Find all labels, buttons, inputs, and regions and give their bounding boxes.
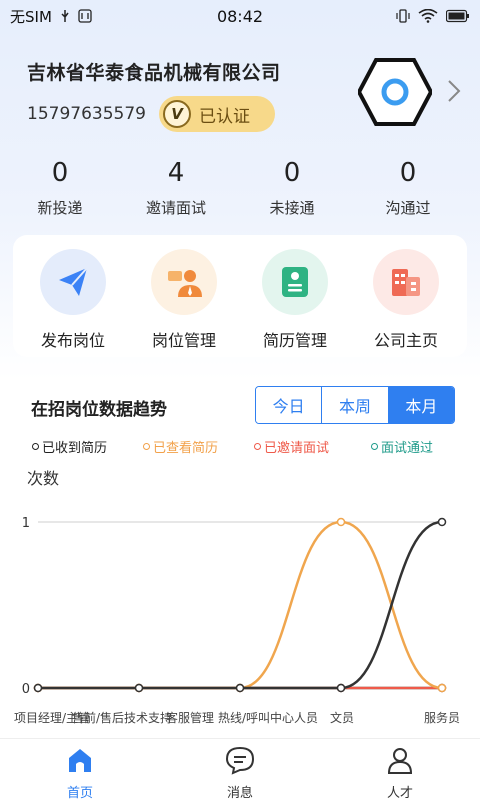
tab-today[interactable]: 今日 — [256, 387, 323, 423]
verified-badge: V 已认证 — [159, 96, 275, 132]
stat-interview-invites[interactable]: 4 邀请面试 — [116, 155, 236, 218]
action-icon-bg — [373, 249, 439, 315]
series-line — [38, 520, 443, 690]
legend-marker — [254, 443, 261, 450]
data-point — [437, 683, 447, 693]
action-icon-bg — [151, 249, 217, 315]
data-point — [336, 683, 346, 693]
nav-label: 消息 — [226, 786, 253, 800]
legend-marker — [371, 443, 378, 450]
quick-actions-card: 发布岗位 岗位管理 简历管理 公司主页 — [13, 235, 467, 357]
action-icon-bg — [40, 249, 106, 315]
stat-label: 新投递 — [37, 199, 83, 217]
nav-home[interactable]: 首页 — [40, 745, 120, 800]
legend-item-viewed[interactable]: 已查看简历 — [143, 437, 218, 456]
action-label: 简历管理 — [262, 331, 327, 350]
data-point — [235, 683, 245, 693]
legend-marker — [143, 443, 150, 450]
battery-icon — [446, 9, 469, 23]
verified-label: 已认证 — [199, 106, 250, 127]
stat-label: 邀请面试 — [145, 199, 206, 217]
paper-plane-icon — [59, 267, 88, 296]
data-point — [437, 517, 447, 527]
x-tick-label: 客服管理 — [166, 710, 214, 725]
data-point — [336, 517, 346, 527]
bottom-nav: 首页 消息 人才 — [0, 738, 480, 800]
manager-icon — [168, 270, 202, 297]
x-tick-label: 文员 — [330, 710, 354, 725]
data-point — [134, 683, 144, 693]
action-job-management[interactable]: 岗位管理 — [134, 249, 234, 351]
stat-value: 0 — [283, 158, 301, 188]
chevron-right-icon[interactable] — [444, 78, 464, 104]
legend-label: 已邀请面试 — [264, 441, 330, 456]
x-tick-label: 售前/售后技术支持 — [72, 710, 172, 725]
y-tick-label: 1 — [22, 516, 30, 531]
action-post-job[interactable]: 发布岗位 — [23, 249, 123, 351]
action-label: 岗位管理 — [151, 331, 216, 350]
stat-value: 4 — [167, 158, 185, 188]
vibrate-icon — [396, 9, 410, 23]
stat-unconnected[interactable]: 0 未接通 — [232, 155, 352, 218]
legend-marker — [32, 443, 39, 450]
resume-icon — [282, 267, 308, 297]
x-tick-label: 热线/呼叫中心人员 — [218, 710, 318, 725]
nav-talent[interactable]: 人才 — [360, 745, 440, 800]
chart-section-title: 在招岗位数据趋势 — [31, 400, 167, 420]
legend-item-passed[interactable]: 面试通过 — [371, 437, 433, 456]
person-icon — [387, 748, 413, 774]
home-icon — [69, 749, 91, 772]
stat-communicated[interactable]: 0 沟通过 — [348, 155, 468, 218]
series-line — [38, 520, 443, 690]
period-tabs: 今日 本周 本月 — [255, 386, 455, 424]
data-point — [33, 683, 43, 693]
stat-new-submissions[interactable]: 0 新投递 — [0, 155, 120, 218]
building-icon — [392, 269, 420, 296]
y-tick-label: 0 — [22, 682, 30, 697]
stat-label: 未接通 — [269, 199, 315, 217]
company-logo-avatar[interactable] — [358, 58, 432, 126]
stat-value: 0 — [51, 158, 69, 188]
tab-this-week[interactable]: 本周 — [322, 387, 389, 423]
action-icon-bg — [262, 249, 328, 315]
stat-label: 沟通过 — [385, 199, 431, 217]
stat-value: 0 — [399, 158, 417, 188]
verified-icon: V — [163, 100, 191, 128]
carrier-label: 无SIM — [10, 7, 52, 26]
action-label: 公司主页 — [373, 331, 438, 350]
company-name: 吉林省华泰食品机械有限公司 — [27, 62, 281, 84]
action-company-homepage[interactable]: 公司主页 — [356, 249, 456, 351]
action-resume-management[interactable]: 简历管理 — [245, 249, 345, 351]
message-icon — [225, 746, 255, 775]
nav-label: 人才 — [386, 786, 413, 800]
chart-y-axis-label: 次数 — [27, 469, 60, 488]
stats-row: 0 新投递 4 邀请面试 0 未接通 0 沟通过 — [0, 155, 480, 225]
tab-this-month[interactable]: 本月 — [388, 387, 454, 423]
legend-label: 面试通过 — [381, 441, 434, 456]
usb-icon — [61, 10, 69, 22]
company-phone: 15797635579 — [27, 104, 146, 124]
nav-messages[interactable]: 消息 — [200, 745, 280, 800]
legend-item-received[interactable]: 已收到简历 — [32, 437, 107, 456]
legend-item-invited[interactable]: 已邀请面试 — [254, 437, 329, 456]
wifi-icon — [418, 9, 438, 23]
chart-legend: 已收到简历 已查看简历 已邀请面试 面试通过 — [30, 437, 470, 457]
legend-label: 已收到简历 — [42, 441, 108, 456]
status-bar: 无SIM 08:42 — [0, 0, 480, 32]
legend-label: 已查看简历 — [153, 441, 219, 456]
nav-label: 首页 — [66, 786, 93, 800]
x-tick-label: 服务员 — [424, 710, 460, 725]
trend-line-chart: 01项目经理/主管售前/售后技术支持客服管理 热线/呼叫中心人员 文员 服务员 — [14, 516, 460, 725]
data-transfer-icon — [78, 9, 92, 23]
action-label: 发布岗位 — [40, 331, 105, 350]
